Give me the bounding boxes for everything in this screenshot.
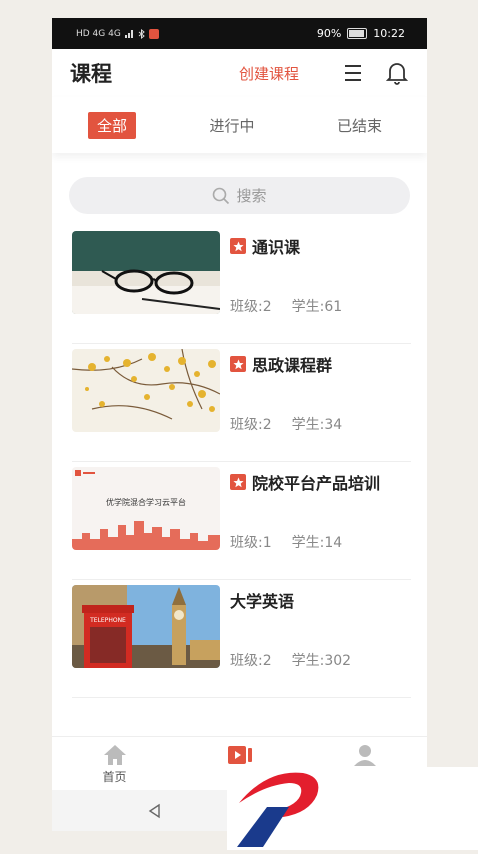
search-input[interactable]: 搜索 [69,177,410,214]
course-name: 院校平台产品培训 [252,474,381,493]
bell-icon[interactable] [385,61,409,85]
page-title: 课程 [70,62,112,86]
student-count: 学生:34 [291,417,343,433]
tab-ended[interactable]: 已结束 [328,112,391,139]
nav-home[interactable]: 首页 [52,737,177,791]
app-header: 课程 创建课程 [52,49,427,97]
nav-home-label: 首页 [102,769,127,784]
student-count: 学生:61 [291,299,343,315]
star-icon [230,474,246,490]
phone-screen: HD 4G 4G 90% 10:22 课程 创建课程 全部 进行中 已结束 搜索 [52,18,427,831]
thumb-banner-text: 优学院混合学习云平台 [106,497,186,507]
user-icon [353,744,376,766]
tab-in-progress[interactable]: 进行中 [200,112,263,139]
course-thumbnail-platform: 优学院混合学习云平台 [72,467,220,550]
course-thumbnail-london: TELEPHONE [72,585,220,668]
course-thumbnail-ginkgo [72,349,220,432]
back-icon[interactable] [147,803,163,819]
search-placeholder: 搜索 [236,187,267,205]
student-count: 学生:302 [291,653,352,669]
status-tabs: 全部 进行中 已结束 [52,97,427,153]
battery-percent: 90% [316,27,342,40]
app-notification-icon [148,28,159,39]
course-item[interactable]: 思政课程群 班级:2 学生:34 [72,344,411,462]
star-icon [230,238,246,254]
home-icon [103,744,126,765]
course-name: 通识课 [252,238,301,257]
class-count: 班级:1 [230,535,272,551]
bluetooth-icon [138,28,145,39]
menu-icon[interactable] [341,61,365,85]
course-item[interactable]: TELEPHONE 大学英语 班级:2 学生:302 [72,580,411,698]
thumb-telephone-text: TELEPHONE [89,617,126,624]
brand-logo [227,767,478,850]
star-icon [230,356,246,372]
carrier-tags: HD 4G 4G [76,28,121,39]
class-count: 班级:2 [230,653,272,669]
create-course-button[interactable]: 创建课程 [239,63,299,84]
search-icon [213,187,230,204]
tab-all[interactable]: 全部 [88,111,137,139]
course-name: 大学英语 [230,592,295,611]
class-count: 班级:2 [230,299,272,315]
clock: 10:22 [373,27,405,40]
signal-icon [124,30,133,38]
course-thumbnail-glasses [72,231,220,314]
class-count: 班级:2 [230,417,272,433]
battery-icon [347,28,368,39]
course-item[interactable]: 优学院混合学习云平台 院校平台产品培训 班级:1 学生:14 [72,462,411,580]
course-icon [227,745,252,764]
student-count: 学生:14 [291,535,343,551]
course-name: 思政课程群 [252,356,333,375]
status-bar: HD 4G 4G 90% 10:22 [52,18,427,49]
signal-indicators: HD 4G 4G [76,28,159,39]
course-item[interactable]: 通识课 班级:2 学生:61 [72,226,411,344]
